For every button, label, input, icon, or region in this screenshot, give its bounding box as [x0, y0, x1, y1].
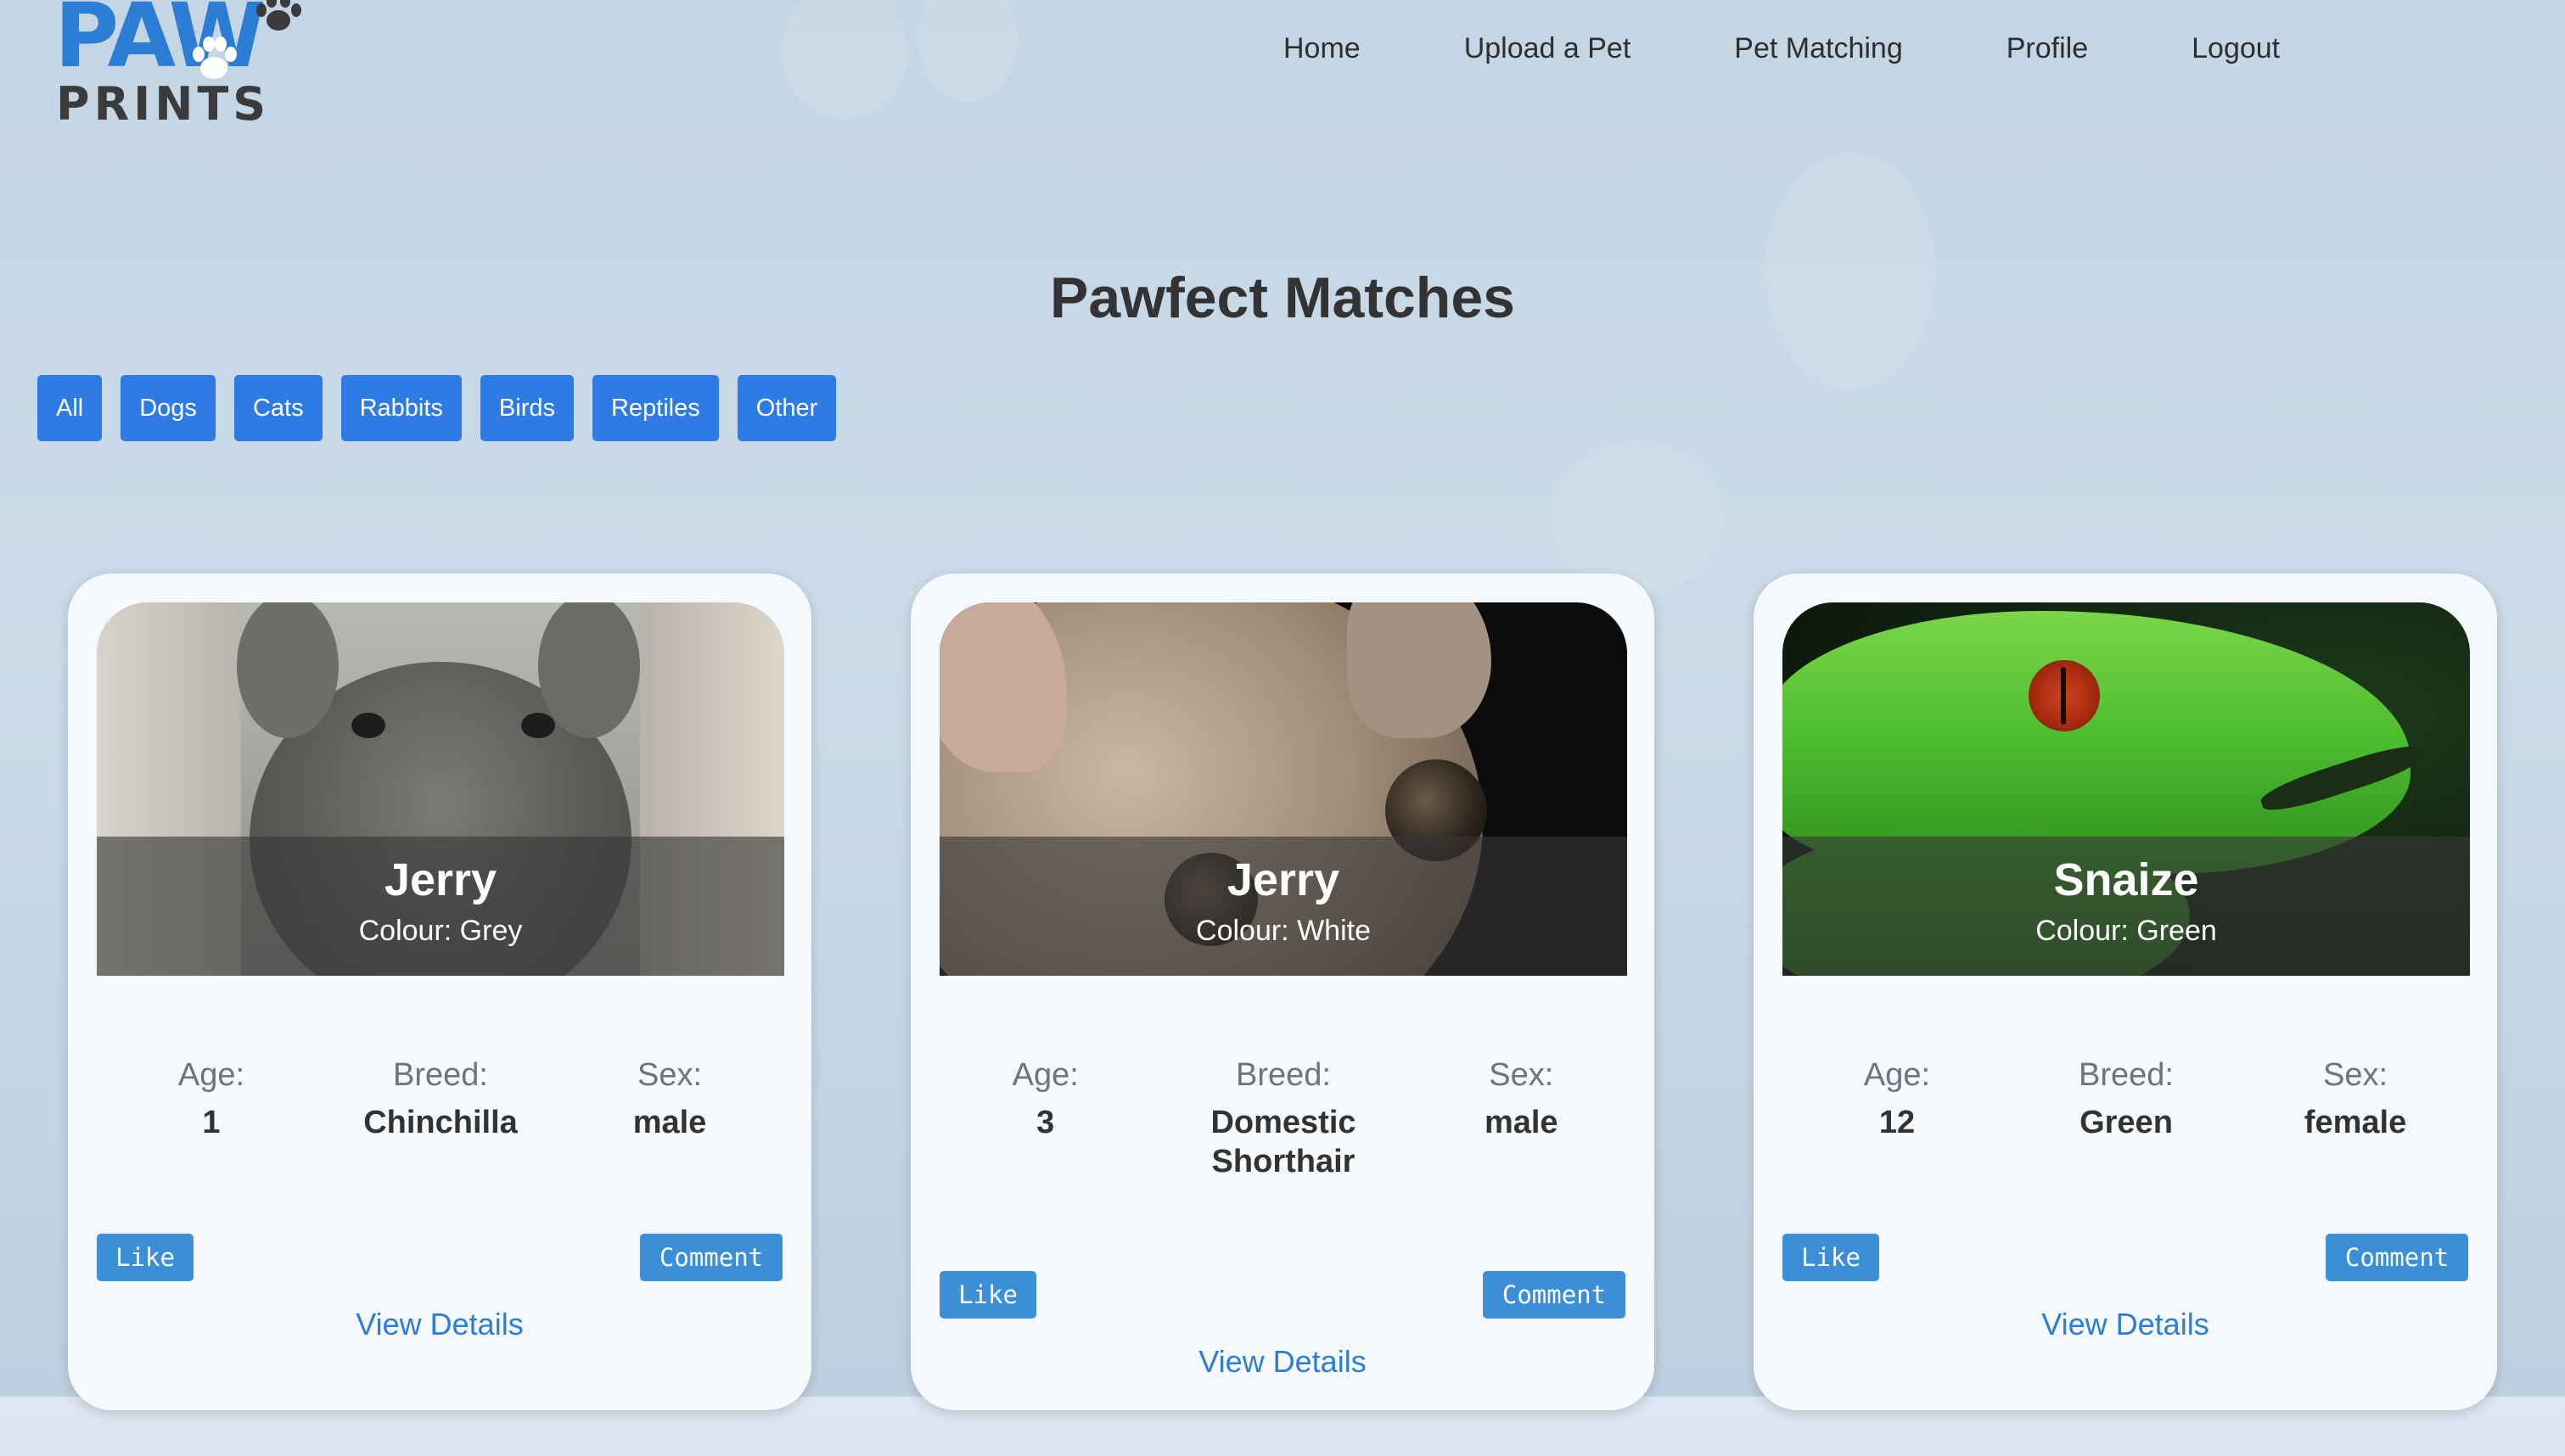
like-button[interactable]: Like	[940, 1271, 1036, 1319]
view-details-link[interactable]: View Details	[68, 1307, 811, 1342]
sex-label: Sex:	[637, 1057, 703, 1093]
nav-upload-a-pet[interactable]: Upload a Pet	[1464, 29, 1631, 68]
comment-button[interactable]: Comment	[640, 1234, 783, 1281]
like-button[interactable]: Like	[1782, 1234, 1879, 1281]
pet-breed: Breed: Green	[2012, 1056, 2241, 1142]
pet-sex: Sex: male	[555, 1056, 784, 1142]
background-paw-decoration	[1553, 441, 1723, 594]
page-title: Pawfect Matches	[1050, 266, 1515, 330]
paw-prints-logo[interactable]: PAW PRINTS	[53, 0, 316, 136]
sex-value: male	[1484, 1105, 1558, 1140]
pet-photo: Snaize Colour: Green	[1782, 602, 2470, 976]
filter-other-button[interactable]: Other	[737, 375, 837, 441]
category-filters: All Dogs Cats Rabbits Birds Reptiles Oth…	[37, 375, 837, 441]
breed-value: Green	[2080, 1105, 2173, 1140]
sex-label: Sex:	[2322, 1057, 2388, 1093]
pet-colour: Colour: Grey	[358, 915, 523, 947]
age-value: 3	[1036, 1105, 1055, 1140]
background-paw-decoration	[781, 0, 908, 119]
breed-value: Domestic Shorthair	[1210, 1105, 1356, 1179]
like-button[interactable]: Like	[97, 1234, 194, 1281]
nav-logout[interactable]: Logout	[2192, 29, 2280, 68]
age-label: Age:	[1012, 1057, 1079, 1093]
filter-birds-button[interactable]: Birds	[480, 375, 574, 441]
filter-dogs-button[interactable]: Dogs	[121, 375, 216, 441]
pet-card: Snaize Colour: Green Age: 12 Breed: Gree…	[1754, 574, 2497, 1410]
filter-rabbits-button[interactable]: Rabbits	[340, 375, 462, 441]
filter-reptiles-button[interactable]: Reptiles	[592, 375, 719, 441]
age-label: Age:	[1863, 1057, 1931, 1093]
view-details-link[interactable]: View Details	[911, 1344, 1654, 1380]
pet-breed: Breed: Chinchilla	[326, 1056, 555, 1142]
pet-name-overlay: Jerry Colour: White	[940, 837, 1627, 976]
pet-card: Jerry Colour: Grey Age: 1 Breed: Chinchi…	[68, 574, 811, 1410]
pet-name: Jerry	[384, 854, 497, 905]
pet-breed: Breed: Domestic Shorthair	[1151, 1056, 1415, 1181]
pet-photo: Jerry Colour: Grey	[97, 602, 784, 976]
background-paw-decoration	[917, 0, 1019, 102]
pet-age: Age: 1	[97, 1056, 326, 1142]
age-label: Age:	[177, 1057, 245, 1093]
pet-info: Age: 1 Breed: Chinchilla Sex: male	[97, 1056, 784, 1142]
filter-cats-button[interactable]: Cats	[233, 375, 323, 441]
pet-name-overlay: Jerry Colour: Grey	[97, 837, 784, 976]
pet-name: Jerry	[1226, 854, 1340, 905]
pet-info: Age: 3 Breed: Domestic Shorthair Sex: ma…	[940, 1056, 1627, 1181]
sex-label: Sex:	[1489, 1057, 1554, 1093]
pet-card: Jerry Colour: White Age: 3 Breed: Domest…	[911, 574, 1654, 1410]
comment-button[interactable]: Comment	[2326, 1234, 2468, 1281]
pet-sex: Sex: female	[2241, 1056, 2470, 1142]
pet-colour: Colour: Green	[2035, 915, 2217, 947]
breed-label: Breed:	[2079, 1057, 2174, 1093]
pet-photo: Jerry Colour: White	[940, 602, 1627, 976]
pet-name: Snaize	[2053, 854, 2199, 905]
breed-label: Breed:	[393, 1057, 488, 1093]
pet-age: Age: 12	[1782, 1056, 2012, 1142]
nav-profile[interactable]: Profile	[2007, 29, 2088, 68]
age-value: 1	[202, 1105, 221, 1140]
nav-home[interactable]: Home	[1283, 29, 1361, 68]
sex-value: female	[2304, 1105, 2407, 1140]
pet-name-overlay: Snaize Colour: Green	[1782, 837, 2470, 976]
pet-sex: Sex: male	[1416, 1056, 1627, 1181]
pet-colour: Colour: White	[1196, 915, 1371, 947]
sex-value: male	[632, 1105, 707, 1140]
main-nav: Home Upload a Pet Pet Matching Profile L…	[1283, 29, 2280, 68]
age-value: 12	[1878, 1105, 1916, 1140]
view-details-link[interactable]: View Details	[1754, 1307, 2497, 1342]
breed-label: Breed:	[1236, 1057, 1331, 1093]
nav-pet-matching[interactable]: Pet Matching	[1734, 29, 1902, 68]
comment-button[interactable]: Comment	[1483, 1271, 1625, 1319]
pet-age: Age: 3	[940, 1056, 1151, 1181]
pet-info: Age: 12 Breed: Green Sex: female	[1782, 1056, 2470, 1142]
logo-small-paw-icon	[256, 0, 301, 31]
breed-value: Chinchilla	[363, 1105, 518, 1140]
logo-bottom-text: PRINTS	[56, 77, 271, 131]
filter-all-button[interactable]: All	[37, 375, 103, 441]
